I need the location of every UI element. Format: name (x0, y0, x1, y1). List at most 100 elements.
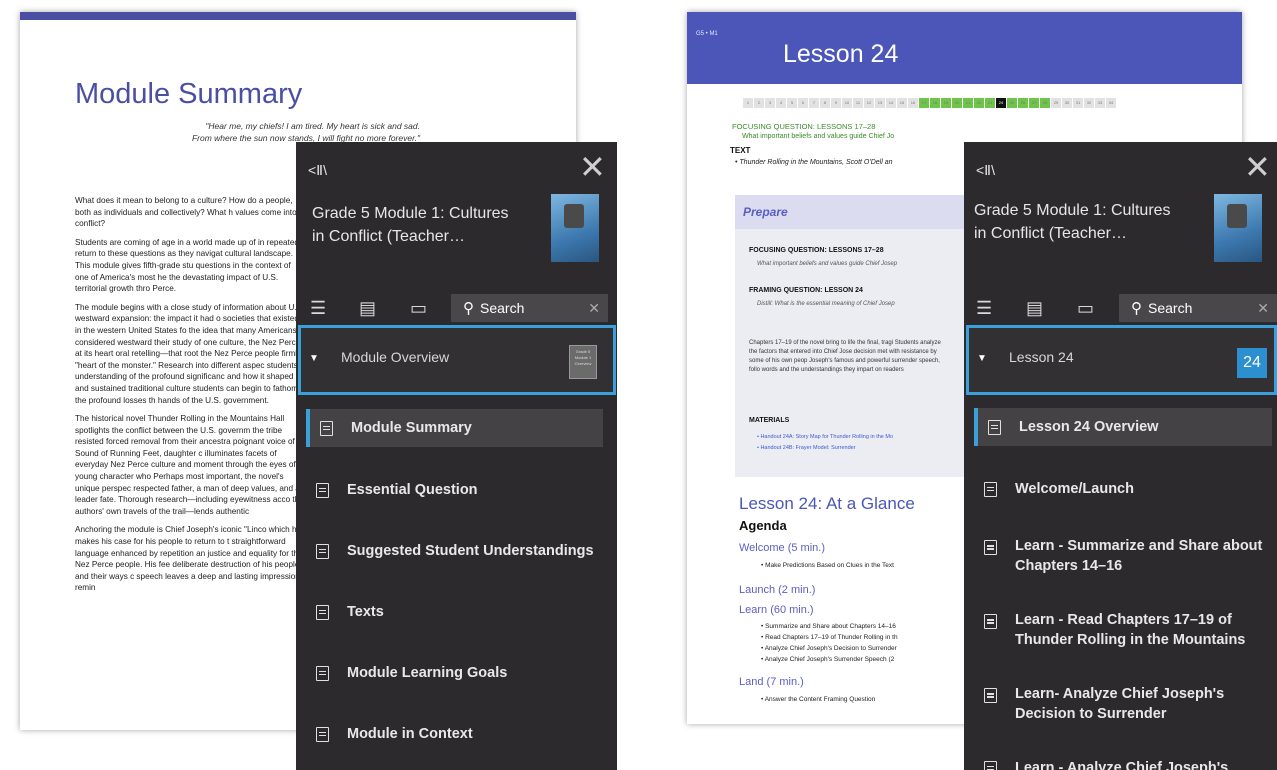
materials-label: MATERIALS (749, 417, 790, 424)
nav-item-learn-analyze-speech[interactable]: Learn - Analyze Chief Joseph's (974, 758, 1228, 770)
lesson-progress-cell[interactable]: 27 (1029, 98, 1040, 108)
list-icon[interactable]: ☰ (976, 298, 992, 319)
material-link[interactable]: • Handout 24B: Frayer Model: Surrender (757, 445, 856, 451)
nav-item-learn-summarize[interactable]: Learn - Summarize and Share about Chapter… (974, 536, 1262, 576)
paragraph: What does it mean to belong to a culture… (75, 196, 297, 229)
comment-icon[interactable]: ▭ (1077, 298, 1094, 319)
lesson-number-badge: 24 (1237, 348, 1267, 378)
page-icon[interactable]: ▤ (1026, 298, 1043, 319)
lesson-progress-cell[interactable]: 23 (985, 98, 996, 108)
close-icon[interactable]: ✕ (1244, 148, 1271, 186)
lesson-progress-cell[interactable]: 34 (1106, 98, 1117, 108)
document-icon (984, 540, 997, 555)
lesson-progress-cell[interactable]: 33 (1095, 98, 1106, 108)
document-icon (316, 726, 329, 742)
section-selector[interactable]: ▼ Lesson 24 24 (966, 325, 1277, 395)
agenda-item: • Analyze Chief Joseph's Decision to Sur… (761, 645, 897, 652)
agenda-item: • Answer the Content Framing Question (761, 696, 876, 703)
lesson-progress-cell[interactable]: 6 (798, 98, 809, 108)
comment-icon[interactable]: ▭ (410, 298, 427, 319)
clear-search-icon[interactable]: ✕ (588, 294, 600, 322)
agenda-launch: Launch (2 min.) (739, 584, 816, 596)
lesson-progress-cell[interactable]: 15 (897, 98, 908, 108)
search-box[interactable]: ⚲ Search ✕ (451, 294, 608, 322)
section-thumbnail: Grade 5 Module 1 Overview (569, 345, 597, 379)
agenda-item: • Make Predictions Based on Clues in the… (761, 562, 894, 569)
lesson-progress-cell[interactable]: 9 (831, 98, 842, 108)
lesson-progress-cell[interactable]: 11 (853, 98, 864, 108)
agenda-land: Land (7 min.) (739, 676, 804, 688)
caret-down-icon: ▼ (309, 353, 319, 364)
material-link[interactable]: • Handout 24A: Story Map for Thunder Rol… (757, 434, 893, 440)
section-label: Module Overview (341, 349, 450, 365)
lesson-progress-cell[interactable]: 28 (1040, 98, 1051, 108)
lesson-header: G5 • M1 Lesson 24 (687, 12, 1242, 84)
prepare-framing-label: FRAMING QUESTION: LESSON 24 (749, 287, 863, 294)
page-icon[interactable]: ▤ (359, 298, 376, 319)
agenda-item: • Analyze Chief Joseph's Surrender Speec… (761, 656, 895, 663)
search-icon: ⚲ (463, 300, 474, 317)
nav-item-learn-read[interactable]: Learn - Read Chapters 17–19 of Thunder Ro… (974, 610, 1245, 650)
prepare-framing-text: Distill: What is the essential meaning o… (757, 301, 895, 307)
paragraph: Anchoring the module is Chief Joseph's i… (75, 525, 303, 593)
agenda-learn: Learn (60 min.) (739, 604, 814, 616)
focusing-question-text: What important beliefs and values guide … (742, 133, 895, 140)
text-item: • Thunder Rolling in the Mountains, Scot… (735, 159, 893, 166)
close-icon[interactable]: ✕ (579, 148, 606, 186)
lesson-progress-cell[interactable]: 32 (1084, 98, 1095, 108)
nav-item-module-in-context[interactable]: Module in Context (306, 724, 473, 744)
list-icon[interactable]: ☰ (310, 298, 326, 319)
lesson-progress-cell[interactable]: 26 (1018, 98, 1029, 108)
section-selector[interactable]: ▼ Module Overview Grade 5 Module 1 Overv… (298, 325, 616, 395)
lesson-progress-cell[interactable]: 20 (952, 98, 963, 108)
lesson-progress-cell[interactable]: 1 (743, 98, 754, 108)
lesson-progress-cell[interactable]: 2 (754, 98, 765, 108)
lesson-progress-cell[interactable]: 13 (875, 98, 886, 108)
lesson-progress-cell[interactable]: 16 (908, 98, 919, 108)
library-back-icon[interactable]: <Ⅱ\ (976, 162, 995, 179)
nav-item-suggested-understandings[interactable]: Suggested Student Understandings (306, 541, 594, 561)
document-icon (988, 419, 1001, 435)
lesson-progress-cell[interactable]: 25 (1007, 98, 1018, 108)
document-icon (316, 665, 329, 681)
lesson-progress-cell[interactable]: 5 (787, 98, 798, 108)
library-back-icon[interactable]: <Ⅱ\ (308, 162, 327, 179)
document-icon (316, 604, 329, 620)
lesson-progress-cell[interactable]: 8 (820, 98, 831, 108)
lesson-progress-cell[interactable]: 4 (776, 98, 787, 108)
lesson-progress-cell[interactable]: 7 (809, 98, 820, 108)
lesson-progress-cell[interactable]: 24 (996, 98, 1007, 108)
agenda-item: • Summarize and Share about Chapters 14–… (761, 623, 896, 630)
lesson-progress-cell[interactable]: 14 (886, 98, 897, 108)
nav-item-lesson-overview[interactable]: Lesson 24 Overview (974, 408, 1272, 446)
nav-item-learning-goals[interactable]: Module Learning Goals (306, 663, 507, 683)
lesson-progress-bar[interactable]: 1 2 3 4 5 6 7 8 9 10 11 12 13 14 15 16 17 18 19 20 21 22 23 24 2… (743, 98, 1117, 108)
paragraph: Students are coming of age in a world ma… (75, 237, 305, 294)
search-box[interactable]: ⚲ Search ✕ (1119, 294, 1277, 322)
nav-item-texts[interactable]: Texts (306, 602, 384, 622)
prepare-paragraph: Chapters 17–19 of the novel bring to lif… (749, 340, 941, 373)
document-icon (984, 614, 997, 629)
nav-item-welcome-launch[interactable]: Welcome/Launch (974, 479, 1134, 499)
clear-search-icon[interactable]: ✕ (1257, 294, 1269, 322)
lesson-progress-cell[interactable]: 19 (941, 98, 952, 108)
lesson-progress-cell[interactable]: 3 (765, 98, 776, 108)
lesson-progress-cell[interactable]: 18 (930, 98, 941, 108)
search-icon: ⚲ (1131, 300, 1142, 317)
focusing-question-label: FOCUSING QUESTION: LESSONS 17–28 (732, 122, 876, 131)
lesson-progress-cell[interactable]: 21 (963, 98, 974, 108)
nav-item-module-summary[interactable]: Module Summary (306, 409, 603, 447)
lesson-progress-cell[interactable]: 29 (1051, 98, 1062, 108)
lesson-progress-cell[interactable]: 31 (1073, 98, 1084, 108)
caret-down-icon: ▼ (977, 353, 987, 364)
nav-item-learn-analyze-decision[interactable]: Learn- Analyze Chief Joseph's Decision to… (974, 684, 1224, 724)
lesson-progress-cell[interactable]: 10 (842, 98, 853, 108)
lesson-progress-cell[interactable]: 22 (974, 98, 985, 108)
panel-toolbar: ☰ ▤ ▭ ⚲ Search ✕ (296, 292, 617, 324)
lesson-progress-cell[interactable]: 30 (1062, 98, 1073, 108)
lesson-progress-cell[interactable]: 17 (919, 98, 930, 108)
at-a-glance-title: Lesson 24: At a Glance (739, 494, 915, 513)
text-heading: TEXT (730, 146, 751, 155)
lesson-progress-cell[interactable]: 12 (864, 98, 875, 108)
nav-item-essential-question[interactable]: Essential Question (306, 480, 478, 500)
